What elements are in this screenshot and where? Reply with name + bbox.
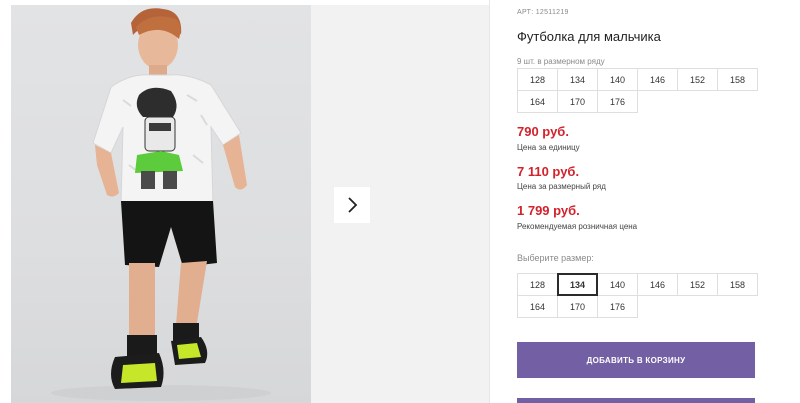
boy-in-tshirt-image	[51, 8, 271, 401]
size-option-164[interactable]: 164	[517, 295, 558, 318]
retail-price: 1 799 руб.	[517, 203, 580, 218]
size-option-152[interactable]: 152	[677, 273, 718, 296]
unit-price-label: Цена за единицу	[517, 143, 580, 152]
product-details: АРТ: 12511219 Футболка для мальчика 9 шт…	[517, 0, 758, 403]
next-image-button[interactable]	[334, 187, 370, 223]
size-set-cell: 128	[517, 68, 558, 91]
size-set-note: 9 шт. в размерном ряду	[517, 57, 605, 66]
add-to-cart-button[interactable]: ДОБАВИТЬ В КОРЗИНУ	[517, 342, 755, 378]
product-title: Футболка для мальчика	[517, 29, 661, 44]
set-price-label: Цена за размерный ряд	[517, 182, 606, 191]
size-set-cell: 152	[677, 68, 718, 91]
size-set-cell: 170	[557, 90, 598, 113]
size-option-146[interactable]: 146	[637, 273, 678, 296]
size-set-cell: 134	[557, 68, 598, 91]
chevron-right-icon	[348, 197, 358, 213]
size-set-cell: 140	[597, 68, 638, 91]
size-set-cell: 164	[517, 90, 558, 113]
size-option-158[interactable]: 158	[717, 273, 758, 296]
set-price: 7 110 руб.	[517, 164, 580, 179]
size-option-140[interactable]: 140	[597, 273, 638, 296]
unit-price: 790 руб.	[517, 124, 569, 139]
product-gallery	[0, 0, 490, 403]
size-set-cell: 146	[637, 68, 678, 91]
gallery-divider	[489, 0, 490, 403]
secondary-button[interactable]	[517, 398, 755, 403]
size-option-176[interactable]: 176	[597, 295, 638, 318]
size-option-170[interactable]: 170	[557, 295, 598, 318]
size-set-cell: 158	[717, 68, 758, 91]
size-set-grid: 128 134 140 146 152 158 164 170 176	[517, 68, 758, 113]
product-photo[interactable]	[11, 5, 311, 403]
size-selector: 128 134 140 146 152 158 164 170 176	[517, 273, 758, 318]
size-set-cell: 176	[597, 90, 638, 113]
product-sku: АРТ: 12511219	[517, 9, 569, 16]
size-option-134[interactable]: 134	[557, 273, 598, 296]
retail-price-label: Рекомендуемая розничная цена	[517, 222, 638, 231]
choose-size-label: Выберите размер:	[517, 253, 594, 263]
size-option-128[interactable]: 128	[517, 273, 558, 296]
gallery-margin	[0, 0, 11, 403]
